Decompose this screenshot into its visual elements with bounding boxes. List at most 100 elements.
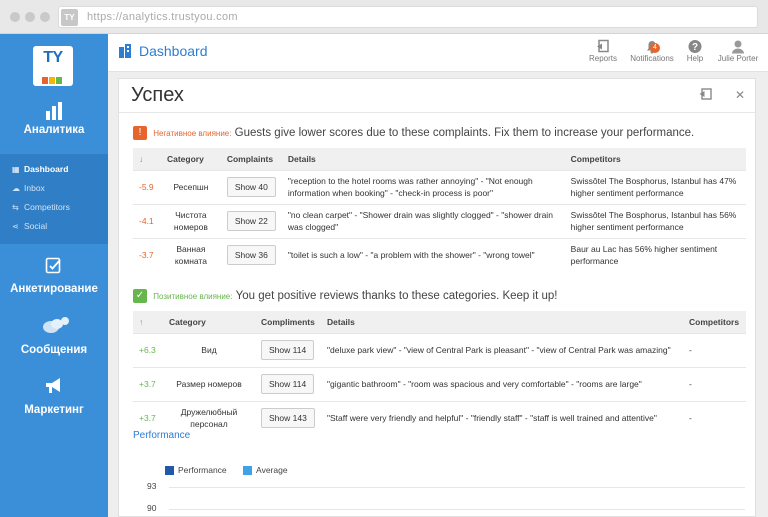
category: Ванная комната xyxy=(160,237,221,272)
negative-notice: ! Негативное влияние: Guests give lower … xyxy=(133,126,694,140)
nav-messages[interactable]: Сообщения xyxy=(0,316,108,360)
details: "toilet is such a low" - "a problem with… xyxy=(281,237,565,272)
window-dot[interactable] xyxy=(40,12,50,22)
logo[interactable]: TY xyxy=(33,46,73,86)
score: -3.7 xyxy=(133,237,161,272)
details: "deluxe park view" - "view of Central Pa… xyxy=(321,332,683,367)
site-favicon: TY xyxy=(61,9,78,26)
y-tick: 90 xyxy=(147,503,157,513)
details: "no clean carpet" - "Shower drain was sl… xyxy=(281,203,565,238)
competitors: Baur au Lac has 56% higher sentiment per… xyxy=(564,237,746,272)
negative-message: Guests give lower scores due to these co… xyxy=(234,127,695,140)
subnav-social[interactable]: ⋖ Social xyxy=(12,221,47,235)
details: "Staff were very friendly and helpful" -… xyxy=(321,400,683,435)
col-details: Details xyxy=(281,148,565,170)
score: +3.7 xyxy=(133,366,163,401)
chart-legend: Performance Average xyxy=(165,465,288,476)
nav-analytics-label: Аналитика xyxy=(23,124,85,136)
user-menu[interactable]: Julie Porter xyxy=(714,39,762,63)
help-button[interactable]: ? Help xyxy=(684,39,706,63)
dashboard-building-icon xyxy=(119,44,131,58)
competitors: - xyxy=(683,332,746,367)
negative-table: ↓ Category Complaints Details Competitor… xyxy=(133,148,746,272)
score: -5.9 xyxy=(133,169,161,204)
close-icon[interactable]: ✕ xyxy=(735,88,745,102)
panel-header: Успех ✕ xyxy=(119,79,755,113)
megaphone-icon xyxy=(0,376,108,401)
url-text[interactable]: https://analytics.trustyou.com xyxy=(87,11,238,23)
col-competitors: Competitors xyxy=(564,148,746,170)
page-title: Dashboard xyxy=(139,43,208,59)
reports-button[interactable]: Reports xyxy=(586,39,620,63)
legend-swatch-average xyxy=(243,466,253,476)
sort-down-icon[interactable]: ↓ xyxy=(133,148,161,170)
details: "reception to the hotel rooms was rather… xyxy=(281,169,565,204)
col-competitors: Competitors xyxy=(683,311,746,333)
top-bar: Dashboard Reports 4 Notifications ? Help… xyxy=(108,34,768,72)
category: Чистота номеров xyxy=(160,203,221,238)
positive-notice: ✓ Позитивное влияние: You get positive r… xyxy=(133,289,557,303)
window-dot[interactable] xyxy=(25,12,35,22)
subnav-inbox[interactable]: ☁ Inbox xyxy=(12,183,45,197)
nav-marketing[interactable]: Маркетинг xyxy=(0,376,108,420)
show-button[interactable]: Show 143 xyxy=(261,408,315,429)
show-button[interactable]: Show 114 xyxy=(261,340,315,360)
reports-icon xyxy=(597,39,609,53)
table-row: +6.3 Вид Show 114 "deluxe park view" - "… xyxy=(133,332,746,367)
browser-bar: TY https://analytics.trustyou.com xyxy=(0,0,768,34)
nav-survey[interactable]: Анкетирование xyxy=(0,256,108,300)
col-category: Category xyxy=(163,311,255,333)
category: Размер номеров xyxy=(163,366,255,401)
show-button[interactable]: Show 22 xyxy=(226,211,276,231)
col-complaints: Complaints xyxy=(220,148,282,170)
competitors: Swissôtel The Bosphorus, Istanbul has 47… xyxy=(564,169,746,204)
notifications-button[interactable]: 4 Notifications xyxy=(628,39,676,63)
performance-title[interactable]: Performance xyxy=(133,430,190,441)
address-bar[interactable]: TY https://analytics.trustyou.com xyxy=(58,6,758,28)
category: Вид xyxy=(163,332,255,367)
nav-marketing-label: Маркетинг xyxy=(24,404,84,416)
window-dot[interactable] xyxy=(10,12,20,22)
sort-up-icon[interactable]: ↑ xyxy=(133,311,163,333)
nav-analytics[interactable]: Аналитика xyxy=(0,102,108,150)
legend-swatch-performance xyxy=(165,466,174,476)
positive-table: ↑ Category Compliments Details Competito… xyxy=(133,311,746,435)
logo-text: TY xyxy=(43,49,63,66)
table-row: +3.7 Дружелюбный персонал Show 143 "Staf… xyxy=(133,400,746,435)
competitors: Swissôtel The Bosphorus, Istanbul has 56… xyxy=(564,203,746,238)
success-panel: Успех ✕ ! Негативное влияние: Guests giv… xyxy=(118,78,756,517)
show-button[interactable]: Show 114 xyxy=(261,374,315,394)
gridline xyxy=(169,509,745,510)
show-button[interactable]: Show 36 xyxy=(226,245,276,266)
legend-performance[interactable]: Performance xyxy=(178,465,227,475)
y-tick: 93 xyxy=(147,481,157,491)
dashboard-icon: ▦ xyxy=(12,165,20,174)
col-category: Category xyxy=(160,148,221,170)
chat-icon xyxy=(0,316,108,341)
competitors: - xyxy=(683,400,746,435)
col-compliments: Compliments xyxy=(255,311,321,333)
col-details: Details xyxy=(321,311,683,333)
gridline xyxy=(169,487,745,488)
subnav-competitors[interactable]: ⇆ Competitors xyxy=(12,202,70,216)
help-icon: ? xyxy=(688,40,702,53)
negative-tag: Негативное влияние: xyxy=(153,129,232,139)
competitors-icon: ⇆ xyxy=(12,203,19,212)
survey-icon xyxy=(0,256,108,279)
score: +6.3 xyxy=(133,332,163,367)
analytics-subnav: ▦ Dashboard ☁ Inbox ⇆ Competitors ⋖ Social xyxy=(0,154,108,244)
share-icon: ⋖ xyxy=(12,222,19,231)
nav-messages-label: Сообщения xyxy=(20,344,88,356)
show-button[interactable]: Show 40 xyxy=(226,177,276,197)
category: Ресепшн xyxy=(160,169,221,204)
panel-title: Успех xyxy=(131,84,184,106)
subnav-dashboard[interactable]: ▦ Dashboard xyxy=(12,164,68,178)
export-icon[interactable] xyxy=(699,88,712,104)
legend-average[interactable]: Average xyxy=(256,465,288,475)
logo-bars xyxy=(42,71,63,84)
positive-tag: Позитивное влияние: xyxy=(153,292,233,302)
bar-chart-icon xyxy=(0,102,108,125)
inbox-icon: ☁ xyxy=(12,184,20,193)
check-icon: ✓ xyxy=(133,289,147,303)
nav-survey-label: Анкетирование xyxy=(10,283,98,295)
